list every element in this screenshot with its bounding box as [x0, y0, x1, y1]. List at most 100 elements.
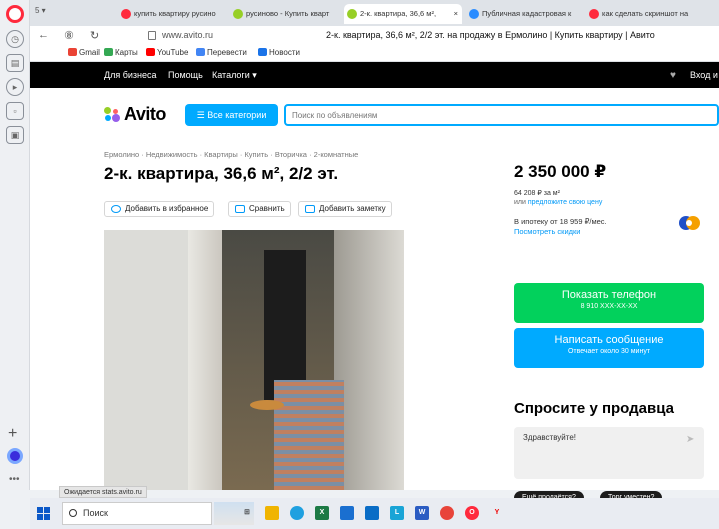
opera-logo-icon[interactable]: [6, 5, 24, 23]
compare-button[interactable]: Сравнить: [228, 201, 291, 217]
categories-icon: ☰: [196, 110, 205, 120]
tab-bar: 5 ▾ купить квартиру русино русиново - Ку…: [30, 0, 719, 26]
yandex-icon: [589, 9, 599, 19]
for-business-link[interactable]: Для бизнеса: [104, 70, 157, 80]
history-icon[interactable]: ◷: [6, 30, 24, 48]
url-field[interactable]: www.avito.ru: [162, 30, 213, 40]
store-icon[interactable]: [340, 506, 354, 520]
aria-icon[interactable]: [7, 448, 23, 464]
app-l-icon[interactable]: L: [390, 506, 404, 520]
tab-avito-search[interactable]: русиново - Купить кварт: [230, 4, 340, 24]
message-input[interactable]: Здравствуйте!: [514, 427, 704, 479]
chrome-icon[interactable]: [440, 506, 454, 520]
add-note-button[interactable]: Добавить заметку: [298, 201, 392, 217]
heart-outline-icon: [111, 205, 121, 213]
tab-label: как сделать скриншот на: [602, 9, 689, 18]
excel-icon[interactable]: X: [315, 506, 329, 520]
windows-taskbar: Поиск ⊞ X L W O Y: [30, 498, 719, 529]
bookmark-label: Карты: [115, 48, 138, 57]
photo-blank: [404, 230, 488, 490]
photo-rug: [274, 380, 344, 490]
add-note-label: Добавить заметку: [319, 204, 386, 213]
more-icon[interactable]: •••: [9, 474, 20, 485]
lock-icon[interactable]: [148, 31, 156, 40]
ask-seller-heading: Спросите у продавца: [514, 400, 674, 417]
cadastre-icon: [469, 9, 479, 19]
tab-label: купить квартиру русино: [134, 9, 216, 18]
bookmark-label: Перевести: [207, 48, 247, 57]
search-icon: [69, 509, 77, 517]
bookmark-gmail[interactable]: Gmail: [68, 48, 100, 57]
add-icon[interactable]: +: [8, 426, 17, 442]
search-input[interactable]: [284, 104, 719, 126]
offer-price: или предложите свою цену: [514, 199, 602, 206]
pinboard-icon[interactable]: ▫: [6, 102, 24, 120]
reload-icon[interactable]: ↻: [90, 29, 99, 42]
photo-wall-right: [334, 230, 404, 490]
show-phone-button[interactable]: Показать телефон 8 910 XXX-XX-XX: [514, 283, 704, 323]
address-bar: ← ⑧ ↻ www.avito.ru 2-к. квартира, 36,6 м…: [30, 26, 719, 46]
help-link[interactable]: Помощь: [168, 70, 203, 80]
avito-icon: [347, 9, 357, 19]
tab-count: 5: [35, 6, 40, 15]
opera-icon[interactable]: O: [465, 506, 479, 520]
compare-icon: [235, 205, 245, 213]
chevron-down-icon: ▾: [252, 70, 257, 80]
add-favorite-label: Добавить в избранное: [125, 204, 209, 213]
write-message-label: Написать сообщение: [554, 334, 664, 346]
photo-door: [264, 250, 306, 400]
mail-icon[interactable]: [365, 506, 379, 520]
browser-sidebar: ◷ ▤ ▸ ▫ ▣ + •••: [0, 0, 30, 490]
response-time: Отвечает около 30 минут: [567, 348, 651, 355]
domclick-logo-icon: [679, 216, 700, 230]
windows-start-icon[interactable]: [37, 507, 50, 520]
tab-label: Публичная кадастровая к: [482, 9, 572, 18]
youtube-icon: [146, 48, 155, 56]
add-favorite-button[interactable]: Добавить в избранное: [104, 201, 215, 217]
word-icon[interactable]: W: [415, 506, 429, 520]
tab-listing[interactable]: 2-к. квартира, 36,6 м², ×: [344, 4, 462, 24]
catalogs-label: Каталоги: [212, 70, 250, 80]
taskbar-search[interactable]: Поиск: [62, 502, 212, 525]
login-link[interactable]: Вход и: [690, 70, 718, 80]
write-message-button[interactable]: Написать сообщение Отвечает около 30 мин…: [514, 328, 704, 368]
yandex-browser-icon[interactable]: Y: [490, 506, 504, 520]
photo-wall-edge: [188, 230, 224, 490]
bookmarks-bar: Gmail Карты YouTube Перевести Новости: [30, 46, 719, 62]
price-per-m2: 64 208 ₽ за м²: [514, 190, 560, 197]
catalogs-menu[interactable]: Каталоги ▾: [212, 70, 257, 81]
back-icon[interactable]: ←: [38, 29, 49, 41]
yandex-icon: [121, 9, 131, 19]
forward-icon[interactable]: ⑧: [64, 29, 74, 42]
tab-search[interactable]: купить квартиру русино: [118, 4, 226, 24]
avito-logo[interactable]: Avito: [124, 104, 166, 125]
photo-stool: [250, 400, 284, 410]
mortgage-info: В ипотеку от 18 959 ₽/мес.: [514, 217, 607, 226]
news-icon: [258, 48, 267, 56]
bookmark-label: Новости: [269, 48, 300, 57]
tab-close-icon[interactable]: ×: [454, 4, 458, 24]
maps-icon: [104, 48, 113, 56]
task-view-icon[interactable]: ⊞: [240, 506, 254, 520]
breadcrumb[interactable]: Ермолино · Недвижимость · Квартиры · Куп…: [104, 150, 358, 159]
bookmark-translate[interactable]: Перевести: [196, 48, 247, 57]
send-icon[interactable]: ➤: [686, 434, 694, 445]
discounts-link[interactable]: Посмотреть скидки: [514, 227, 581, 236]
snapshot-icon[interactable]: ▣: [6, 126, 24, 144]
explorer-icon[interactable]: [265, 506, 279, 520]
status-bar: Ожидается stats.avito.ru: [59, 486, 147, 498]
bookmarks-icon[interactable]: ▤: [6, 54, 24, 72]
listing-photo[interactable]: [104, 230, 488, 490]
bookmark-maps[interactable]: Карты: [104, 48, 138, 57]
bookmark-youtube[interactable]: YouTube: [146, 48, 188, 57]
note-icon: [305, 205, 315, 213]
tab-screenshot[interactable]: как сделать скриншот на: [586, 4, 704, 24]
bookmark-news[interactable]: Новости: [258, 48, 300, 57]
edge-icon[interactable]: [290, 506, 304, 520]
offer-price-link[interactable]: предложите свою цену: [528, 199, 602, 206]
tab-counter[interactable]: 5 ▾: [35, 6, 75, 20]
tab-cadastre[interactable]: Публичная кадастровая к: [466, 4, 581, 24]
heart-icon[interactable]: ♥: [670, 70, 676, 81]
player-icon[interactable]: ▸: [6, 78, 24, 96]
all-categories-button[interactable]: ☰ Все категории: [185, 104, 278, 126]
